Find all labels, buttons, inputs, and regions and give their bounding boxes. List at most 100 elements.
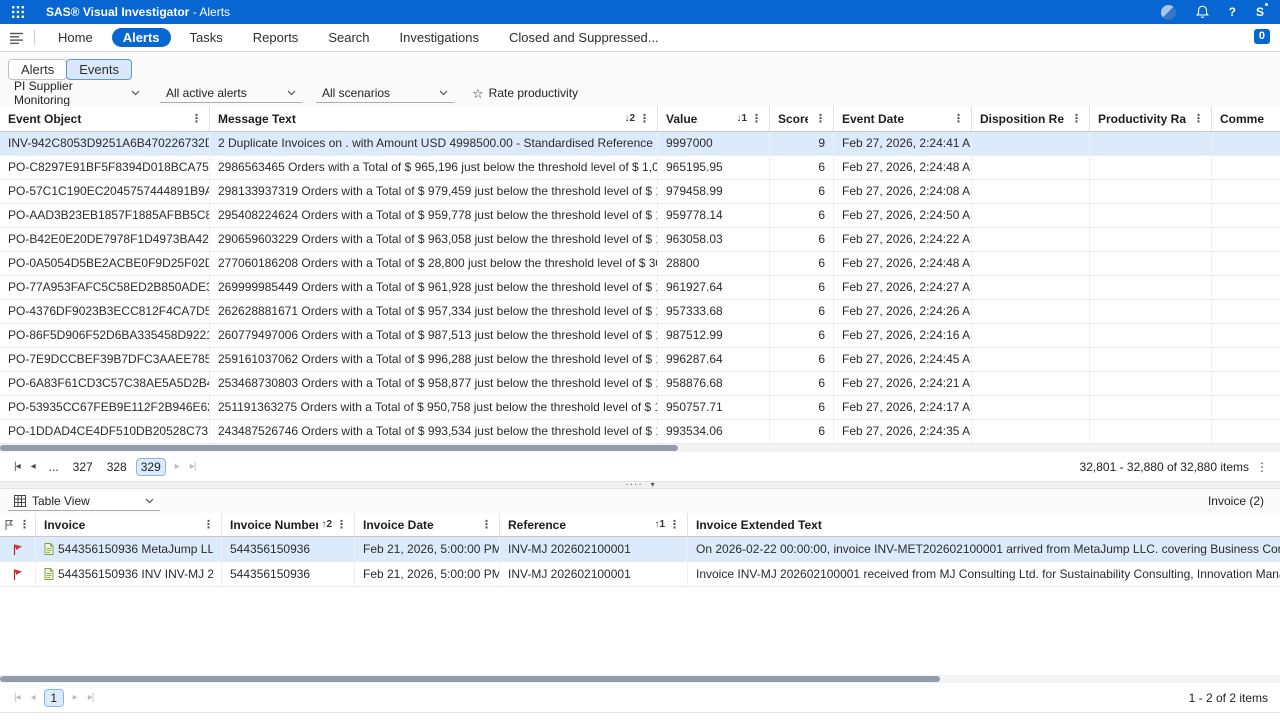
event-row[interactable]: PO-B42E0E20DE7978F1D4973BA42D 2906596032… — [0, 228, 1280, 252]
page-button[interactable]: ... — [44, 458, 64, 476]
event-object-cell[interactable]: PO-77A953FAFC5C58ED2B850ADE35 — [0, 276, 210, 299]
flag-cell[interactable] — [0, 537, 36, 561]
splitter-collapse-icon[interactable]: ▾ — [651, 483, 655, 487]
previous-page-button[interactable]: ◂ — [29, 690, 37, 705]
event-row[interactable]: PO-7E9DCCBEF39B7DFC3AAEE785FB 2591610370… — [0, 348, 1280, 372]
column-header[interactable]: Invoice Date ⋮ — [355, 513, 500, 536]
event-object-cell[interactable]: PO-C8297E91BF5F8394D018BCA755 — [0, 156, 210, 179]
page-button[interactable]: 328 — [102, 458, 132, 476]
tab[interactable]: Events — [66, 59, 132, 80]
column-header[interactable]: Comme — [1212, 106, 1280, 131]
rate-productivity-button[interactable]: ☆ Rate productivity — [472, 86, 578, 100]
first-page-button[interactable]: |◂ — [12, 459, 22, 474]
event-row[interactable]: PO-AAD3B23EB1857F1885AFBB5C82 2954082246… — [0, 204, 1280, 228]
column-menu-icon[interactable]: ⋮ — [335, 518, 348, 531]
next-page-button[interactable]: ▸ — [173, 459, 181, 474]
event-row[interactable]: PO-53935CC67FEB9E112F2B946E62 2511913632… — [0, 396, 1280, 420]
event-row[interactable]: PO-57C1C190EC2045757444891B9A 2981339373… — [0, 180, 1280, 204]
last-page-button[interactable]: ▸| — [188, 459, 198, 474]
reference-cell: INV-MJ 202602100001 — [500, 562, 688, 586]
event-row[interactable]: PO-77A953FAFC5C58ED2B850ADE35 2699999854… — [0, 276, 1280, 300]
productivity-rating-cell — [1090, 372, 1212, 395]
column-header[interactable]: Invoice Number ↑2 ⋮ — [222, 513, 355, 536]
event-row[interactable]: PO-0A5054D5BE2ACBE0F9D25F02DB 2770601862… — [0, 252, 1280, 276]
event-row[interactable]: PO-1DDAD4CE4DF510DB20528C73EF 2434875267… — [0, 420, 1280, 444]
event-row[interactable]: PO-6A83F61CD3C57C38AE5A5D2B4F 2534687308… — [0, 372, 1280, 396]
event-object-cell[interactable]: PO-0A5054D5BE2ACBE0F9D25F02DB — [0, 252, 210, 275]
panel-splitter[interactable]: ···· ▾ — [0, 481, 1280, 489]
event-object-cell[interactable]: PO-B42E0E20DE7978F1D4973BA42D — [0, 228, 210, 251]
invoice-row[interactable]: 544356150936 INV INV-MJ 2... 54435615093… — [0, 562, 1280, 587]
nav-item[interactable]: Closed and Suppressed... — [498, 28, 670, 47]
page-button[interactable]: 1 — [44, 689, 64, 707]
column-header[interactable]: Event Date ⋮ — [834, 106, 972, 131]
event-object-cell[interactable]: PO-4376DF9023B3ECC812F4CA7D53 — [0, 300, 210, 323]
user-avatar[interactable]: S — [1256, 5, 1268, 19]
event-object-cell[interactable]: PO-AAD3B23EB1857F1885AFBB5C82 — [0, 204, 210, 227]
invoice-row[interactable]: 544356150936 MetaJump LL... 544356150936… — [0, 537, 1280, 562]
column-menu-icon[interactable]: ⋮ — [814, 112, 827, 125]
previous-page-button[interactable]: ◂ — [29, 459, 37, 474]
event-object-cell[interactable]: PO-86F5D906F52D6BA335458D9221 — [0, 324, 210, 347]
first-page-button[interactable]: |◂ — [12, 690, 22, 705]
column-header[interactable]: Value ↓1 ⋮ — [658, 106, 770, 131]
table-view-select[interactable]: Table View — [8, 492, 160, 511]
column-header[interactable]: Message Text ↓2 ⋮ — [210, 106, 658, 131]
entity-tab-invoice[interactable]: Invoice (2) — [1208, 494, 1264, 508]
comments-cell — [1212, 156, 1280, 179]
scrollbar-thumb[interactable] — [0, 445, 678, 451]
nav-item[interactable]: Investigations — [389, 28, 491, 47]
event-object-cell[interactable]: PO-6A83F61CD3C57C38AE5A5D2B4F — [0, 372, 210, 395]
column-menu-icon[interactable]: ⋮ — [952, 112, 965, 125]
page-button[interactable]: 327 — [68, 458, 98, 476]
menu-icon[interactable] — [10, 32, 24, 44]
flag-cell[interactable] — [0, 562, 36, 586]
scenario-filter-select[interactable]: All scenarios — [316, 84, 454, 103]
column-menu-icon[interactable]: ⋮ — [668, 518, 681, 531]
column-header[interactable]: Productivity Rating ⋮ — [1090, 106, 1212, 131]
column-header[interactable]: Reference ↑1 ⋮ — [500, 513, 688, 536]
next-page-button[interactable]: ▸ — [71, 690, 79, 705]
event-object-cell[interactable]: PO-7E9DCCBEF39B7DFC3AAEE785FB — [0, 348, 210, 371]
app-launcher-icon[interactable] — [12, 6, 24, 18]
sas-logo-icon[interactable] — [1161, 5, 1176, 20]
event-object-cell[interactable]: INV-942C8053D9251A6B470226732D — [0, 132, 210, 155]
column-menu-icon[interactable]: ⋮ — [750, 112, 763, 125]
flag-column-header[interactable]: ⋮ — [0, 513, 36, 536]
column-header[interactable]: Score ⋮ — [770, 106, 834, 131]
invoice-name-cell[interactable]: 544356150936 MetaJump LL... — [36, 537, 222, 561]
column-menu-icon[interactable]: ⋮ — [638, 112, 651, 125]
event-row[interactable]: PO-4376DF9023B3ECC812F4CA7D53 2626288816… — [0, 300, 1280, 324]
column-menu-icon[interactable]: ⋮ — [480, 518, 493, 531]
help-icon[interactable]: ? — [1229, 5, 1236, 19]
column-menu-icon[interactable]: ⋮ — [1192, 112, 1205, 125]
notifications-bell-icon[interactable] — [1196, 5, 1209, 19]
column-header[interactable]: Invoice ⋮ — [36, 513, 222, 536]
pager-menu-icon[interactable]: ⋮ — [1256, 460, 1268, 474]
notification-count-badge[interactable]: 0 — [1254, 29, 1270, 44]
nav-item[interactable]: Home — [47, 28, 104, 47]
event-row[interactable]: PO-86F5D906F52D6BA335458D9221 2607794970… — [0, 324, 1280, 348]
event-object-cell[interactable]: PO-57C1C190EC2045757444891B9A — [0, 180, 210, 203]
last-page-button[interactable]: ▸| — [86, 690, 96, 705]
nav-item[interactable]: Reports — [242, 28, 310, 47]
view-select[interactable]: PI Supplier Monitoring — [8, 77, 146, 110]
column-menu-icon[interactable]: ⋮ — [190, 112, 203, 125]
column-header[interactable]: Disposition Reason ⋮ — [972, 106, 1090, 131]
invoice-name-cell[interactable]: 544356150936 INV INV-MJ 2... — [36, 562, 222, 586]
page-button[interactable]: 329 — [136, 458, 166, 476]
column-menu-icon[interactable]: ⋮ — [18, 518, 31, 531]
scrollbar-thumb[interactable] — [0, 676, 940, 682]
column-header[interactable]: Invoice Extended Text — [688, 513, 1280, 536]
event-row[interactable]: INV-942C8053D9251A6B470226732D 2 Duplica… — [0, 132, 1280, 156]
nav-item[interactable]: Alerts — [112, 28, 171, 47]
alert-filter-select[interactable]: All active alerts — [160, 84, 302, 103]
event-object-cell[interactable]: PO-1DDAD4CE4DF510DB20528C73EF — [0, 420, 210, 443]
column-header[interactable]: Event Object ⋮ — [0, 106, 210, 131]
nav-item[interactable]: Tasks — [179, 28, 234, 47]
nav-item[interactable]: Search — [317, 28, 380, 47]
column-menu-icon[interactable]: ⋮ — [202, 518, 215, 531]
column-menu-icon[interactable]: ⋮ — [1070, 112, 1083, 125]
event-row[interactable]: PO-C8297E91BF5F8394D018BCA755 2986563465… — [0, 156, 1280, 180]
event-object-cell[interactable]: PO-53935CC67FEB9E112F2B946E62 — [0, 396, 210, 419]
